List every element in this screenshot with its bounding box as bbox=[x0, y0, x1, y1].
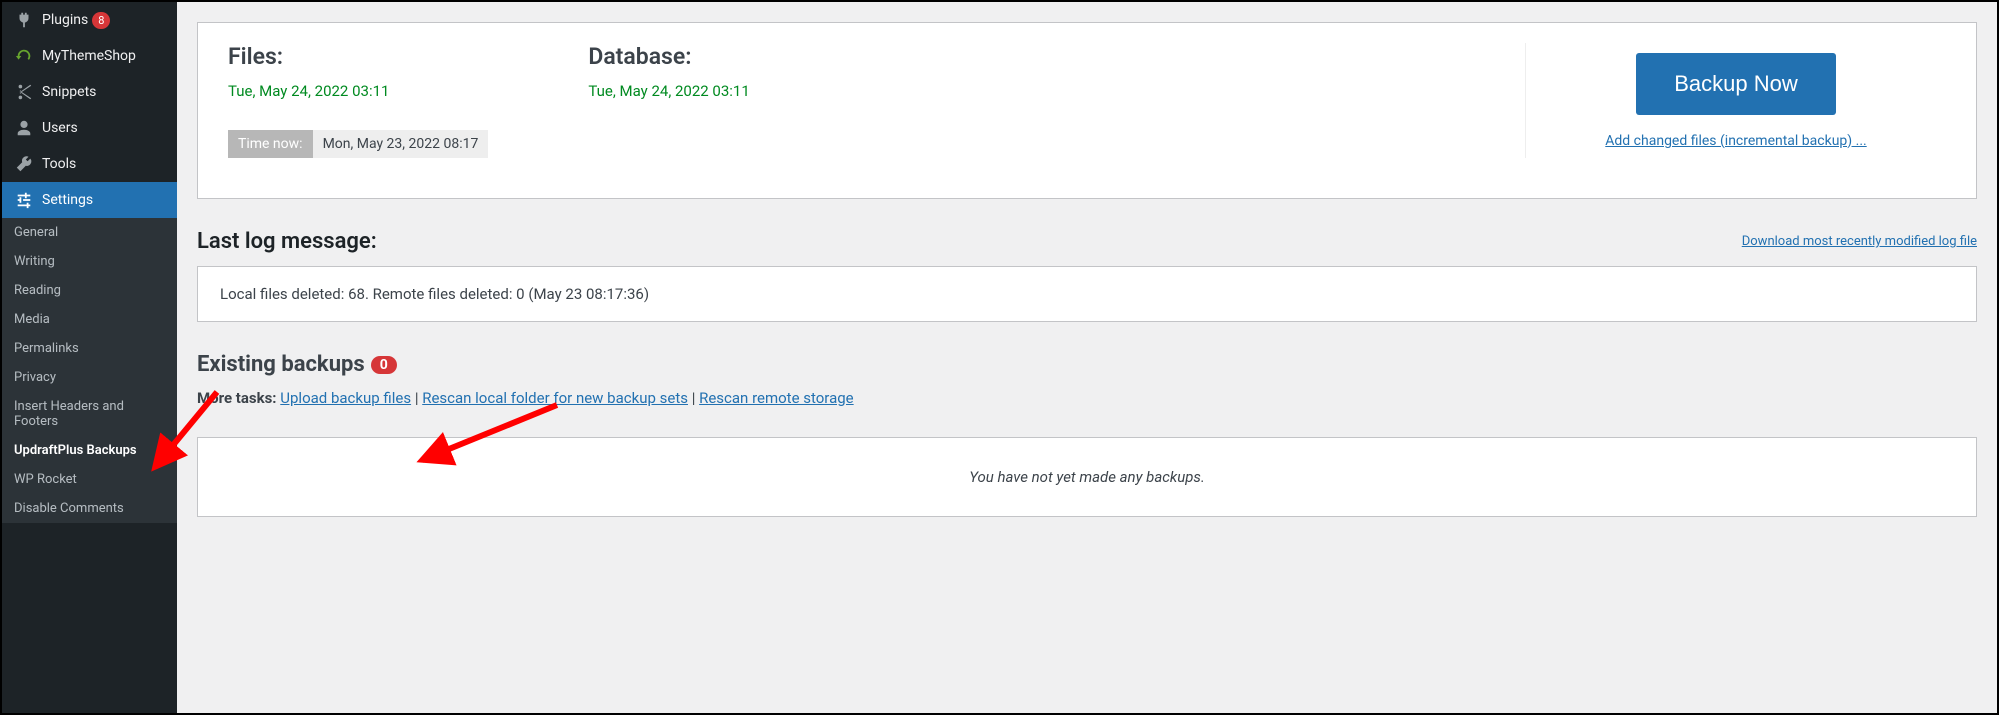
files-heading: Files: bbox=[228, 43, 488, 70]
main-content: Files: Tue, May 24, 2022 03:11 Time now:… bbox=[177, 2, 1997, 713]
user-icon bbox=[14, 118, 34, 138]
files-date: Tue, May 24, 2022 03:11 bbox=[228, 82, 488, 100]
database-date: Tue, May 24, 2022 03:11 bbox=[588, 82, 749, 100]
log-heading: Last log message: bbox=[197, 229, 377, 254]
backups-empty-state: You have not yet made any backups. bbox=[197, 437, 1977, 517]
wrench-icon bbox=[14, 154, 34, 174]
more-tasks-row: More tasks: Upload backup files | Rescan… bbox=[197, 389, 1977, 407]
sidebar-label: Tools bbox=[42, 156, 76, 172]
plugins-badge: 8 bbox=[92, 12, 110, 29]
submenu-writing[interactable]: Writing bbox=[2, 247, 177, 276]
time-now-label: Time now: bbox=[228, 130, 313, 158]
backup-now-button[interactable]: Backup Now bbox=[1636, 53, 1836, 115]
sidebar-label: Users bbox=[42, 120, 78, 136]
backup-count-badge: 0 bbox=[371, 356, 397, 374]
sidebar-item-snippets[interactable]: Snippets bbox=[2, 74, 177, 110]
log-section: Last log message: Download most recently… bbox=[197, 229, 1977, 322]
submenu-insert-headers[interactable]: Insert Headers and Footers bbox=[2, 392, 177, 436]
submenu-wp-rocket[interactable]: WP Rocket bbox=[2, 465, 177, 494]
sidebar-item-mythemeshop[interactable]: MyThemeShop bbox=[2, 38, 177, 74]
schedule-panel: Files: Tue, May 24, 2022 03:11 Time now:… bbox=[197, 22, 1977, 199]
submenu-updraftplus[interactable]: UpdraftPlus Backups bbox=[2, 436, 177, 465]
incremental-backup-link[interactable]: Add changed files (incremental backup) .… bbox=[1605, 133, 1866, 149]
existing-backups-section: Existing backups 0 More tasks: Upload ba… bbox=[197, 352, 1977, 517]
submenu-permalinks[interactable]: Permalinks bbox=[2, 334, 177, 363]
plugin-icon bbox=[14, 10, 34, 30]
rescan-remote-link[interactable]: Rescan remote storage bbox=[699, 389, 854, 407]
sidebar-item-plugins[interactable]: Plugins 8 bbox=[2, 2, 177, 38]
submenu-general[interactable]: General bbox=[2, 218, 177, 247]
submenu-reading[interactable]: Reading bbox=[2, 276, 177, 305]
submenu-disable-comments[interactable]: Disable Comments bbox=[2, 494, 177, 523]
sidebar-item-settings[interactable]: Settings bbox=[2, 182, 177, 218]
database-heading: Database: bbox=[588, 43, 749, 70]
sidebar-label: Snippets bbox=[42, 84, 96, 100]
more-tasks-label: More tasks: bbox=[197, 389, 277, 407]
sidebar-label: Plugins bbox=[42, 12, 88, 28]
refresh-icon bbox=[14, 46, 34, 66]
submenu-media[interactable]: Media bbox=[2, 305, 177, 334]
time-now-value: Mon, May 23, 2022 08:17 bbox=[313, 130, 489, 158]
rescan-local-link[interactable]: Rescan local folder for new backup sets bbox=[422, 389, 688, 407]
sliders-icon bbox=[14, 190, 34, 210]
sidebar-item-users[interactable]: Users bbox=[2, 110, 177, 146]
submenu-privacy[interactable]: Privacy bbox=[2, 363, 177, 392]
admin-sidebar: Plugins 8 MyThemeShop Snippets Users Too… bbox=[2, 2, 177, 713]
scissors-icon bbox=[14, 82, 34, 102]
sidebar-item-tools[interactable]: Tools bbox=[2, 146, 177, 182]
settings-submenu: General Writing Reading Media Permalinks… bbox=[2, 218, 177, 523]
upload-backup-link[interactable]: Upload backup files bbox=[280, 389, 411, 407]
sidebar-label: MyThemeShop bbox=[42, 48, 136, 64]
sidebar-label: Settings bbox=[42, 192, 93, 208]
existing-heading: Existing backups bbox=[197, 352, 365, 377]
log-message: Local files deleted: 68. Remote files de… bbox=[197, 266, 1977, 322]
separator: | bbox=[692, 389, 699, 407]
download-log-link[interactable]: Download most recently modified log file bbox=[1742, 234, 1977, 249]
